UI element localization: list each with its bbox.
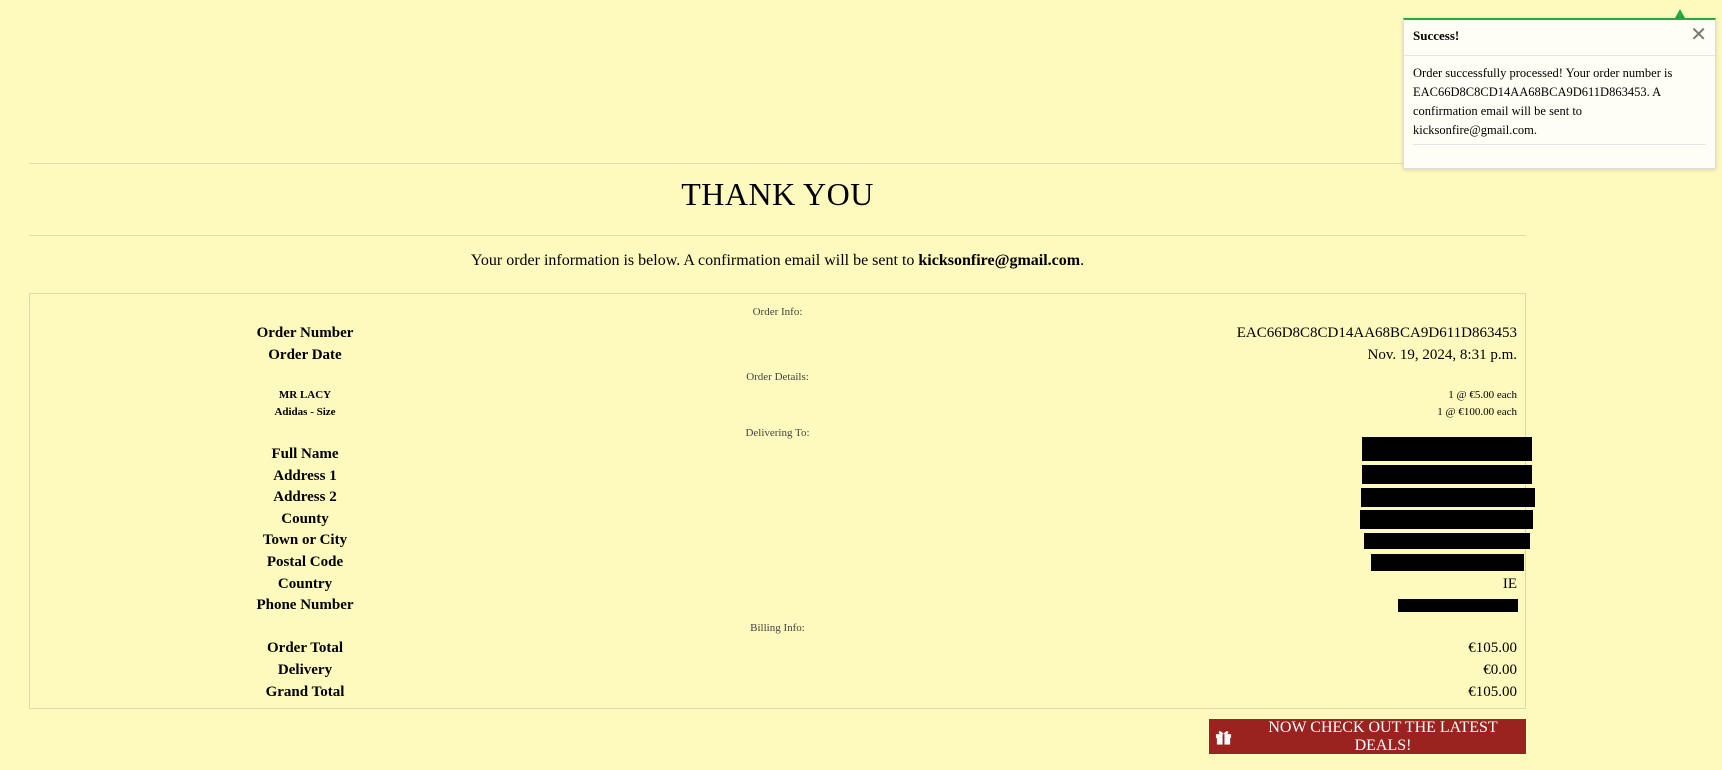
order-item-name: Adidas - Size [274,406,336,418]
page-title: THANK YOU [681,176,874,212]
town-city-label: Town or City [262,532,348,548]
close-icon[interactable]: ✕ [1690,23,1707,47]
phone-number-redacted [1398,599,1518,612]
top-divider [29,163,1526,164]
country-value: IE [1502,576,1517,592]
confirmation-message: Your order information is below. A confi… [29,250,1526,272]
order-details-heading: Order Details: [746,371,809,383]
order-total-label: Order Total [267,640,343,656]
order-summary-panel: Order Info: Order Number EAC66D8C8CD14AA… [29,293,1535,709]
gift-icon [1215,730,1232,745]
address-1-label: Address 1 [273,468,337,484]
confirmation-message-suffix: . [1080,252,1085,269]
address-2-redacted [1361,488,1535,507]
order-date-value: Nov. 19, 2024, 8:31 p.m. [1367,347,1517,363]
success-toast: Success! ✕ Order successfully processed!… [1403,18,1716,169]
toast-footer-divider [1413,144,1706,145]
toast-divider [1404,55,1715,56]
latest-deals-button[interactable]: NOW CHECK OUT THE LATEST DEALS! [1209,719,1526,754]
order-total-value: €105.00 [1468,640,1517,656]
address-2-label: Address 2 [273,489,337,505]
order-item-name: MR LACY [278,389,332,401]
title-divider [29,235,1526,236]
toast-arrow [1675,9,1685,18]
order-item-qty-price: 1 @ €5.00 each [1448,389,1517,401]
delivery-value: €0.00 [1483,662,1517,678]
postal-code-label: Postal Code [266,554,344,570]
order-info-heading: Order Info: [752,306,803,318]
order-date-label: Order Date [268,347,342,363]
county-redacted [1360,510,1533,529]
confirmation-message-prefix: Your order information is below. A confi… [470,252,919,269]
delivering-to-heading: Delivering To: [745,427,810,439]
full-name-label: Full Name [271,446,339,462]
latest-deals-label: NOW CHECK OUT THE LATEST DEALS! [1268,718,1498,754]
order-number-label: Order Number [256,325,354,341]
county-label: County [281,511,329,527]
phone-number-label: Phone Number [256,597,354,613]
order-number-value: EAC66D8C8CD14AA68BCA9D611D863453 [1236,325,1517,341]
grand-total-value: €105.00 [1468,684,1517,700]
confirmation-email: kicksonfire@gmail.com [918,252,1081,269]
billing-info-heading: Billing Info: [750,622,805,634]
order-item-qty-price: 1 @ €100.00 each [1437,406,1517,418]
toast-title: Success! [1413,28,1460,43]
address-1-redacted [1362,465,1532,484]
delivery-label: Delivery [277,662,333,678]
grand-total-label: Grand Total [265,684,345,700]
full-name-redacted [1362,437,1532,461]
postal-code-redacted [1371,554,1524,571]
country-label: Country [277,576,333,592]
toast-message: Order successfully processed! Your order… [1413,66,1673,137]
town-city-redacted [1364,533,1530,549]
